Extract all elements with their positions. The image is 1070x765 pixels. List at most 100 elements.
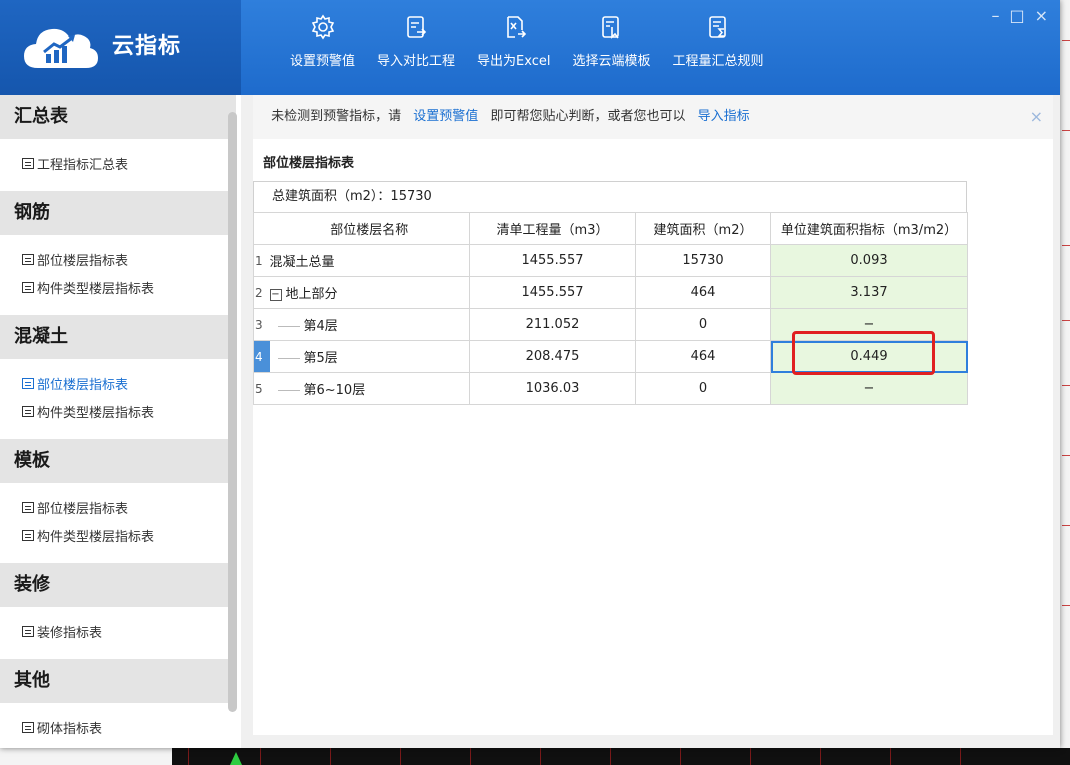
row-index: 5 <box>253 372 270 405</box>
import-index-link[interactable]: 导入指标 <box>698 109 750 124</box>
section-title: 部位楼层指标表 <box>263 156 355 171</box>
table-icon <box>22 529 34 541</box>
notice-close-icon[interactable]: × <box>1030 95 1043 139</box>
nav-rebar-floor[interactable]: 部位楼层指标表 <box>22 245 222 273</box>
header-index <box>253 212 270 245</box>
table-row-selected[interactable]: 4 第5层 208.475 464 0.449 <box>253 340 968 373</box>
table-row[interactable]: 3 第4层 211.052 0 − <box>253 308 968 341</box>
header-qty[interactable]: 清单工程量（m3） <box>469 212 636 245</box>
sum-rule-icon <box>709 16 726 38</box>
table-row[interactable]: 5 第6~10层 1036.03 0 − <box>253 372 968 405</box>
row-metric[interactable]: 3.137 <box>770 276 968 309</box>
header-bar: 云指标 设置预警值 导入对比工程 导出为Excel 选择云端模板 工程量汇总规则… <box>0 0 1060 95</box>
row-name[interactable]: 混凝土总量 <box>269 244 470 277</box>
excel-export-icon <box>506 16 526 38</box>
table-icon <box>22 625 34 637</box>
main-panel: 未检测到预警指标，请 设置预警值 即可帮您贴心判断，或者您也可以 导入指标 × … <box>253 95 1053 735</box>
select-template-label: 选择云端模板 <box>572 54 651 69</box>
table-row[interactable]: 1 混凝土总量 1455.557 15730 0.093 <box>253 244 968 277</box>
row-name[interactable]: − 地上部分 <box>269 276 470 309</box>
row-index: 2 <box>253 276 270 309</box>
nav-concrete-component[interactable]: 构件类型楼层指标表 <box>22 397 222 425</box>
group-summary[interactable]: 汇总表 <box>0 95 236 139</box>
green-marker-icon <box>230 752 242 765</box>
sidebar: 汇总表 工程指标汇总表 钢筋 部位楼层指标表 构件类型楼层指标表 混凝土 部位楼… <box>0 95 241 748</box>
sum-rule-button[interactable]: 工程量汇总规则 <box>672 14 764 84</box>
template-select-icon <box>602 16 620 39</box>
import-compare-button[interactable]: 导入对比工程 <box>377 14 455 84</box>
table-icon <box>22 377 34 389</box>
table-icon <box>22 281 34 293</box>
background-app-edge <box>1060 0 1070 765</box>
row-area[interactable]: 15730 <box>635 244 771 277</box>
row-qty[interactable]: 1455.557 <box>469 276 636 309</box>
export-excel-label: 导出为Excel <box>477 54 551 69</box>
table-header-row: 部位楼层名称 清单工程量（m3） 建筑面积（m2） 单位建筑面积指标（m3/m2… <box>253 212 968 245</box>
nav-project-summary[interactable]: 工程指标汇总表 <box>22 149 222 177</box>
table-icon <box>22 721 34 733</box>
import-document-icon <box>407 16 427 38</box>
set-warning-label: 设置预警值 <box>290 54 356 69</box>
window-controls: – □ × <box>981 6 1048 25</box>
group-decoration[interactable]: 装修 <box>0 563 236 607</box>
header-name[interactable]: 部位楼层名称 <box>269 212 470 245</box>
nav-formwork-floor[interactable]: 部位楼层指标表 <box>22 493 222 521</box>
cloud-chart-logo-icon <box>24 28 98 68</box>
group-concrete[interactable]: 混凝土 <box>0 315 236 359</box>
nav-concrete-floor[interactable]: 部位楼层指标表 <box>22 369 222 397</box>
nav-rebar-component[interactable]: 构件类型楼层指标表 <box>22 273 222 301</box>
table-row[interactable]: 2 − 地上部分 1455.557 464 3.137 <box>253 276 968 309</box>
row-index: 4 <box>253 340 270 373</box>
table-icon <box>22 157 34 169</box>
sum-rule-label: 工程量汇总规则 <box>672 54 764 69</box>
notice-text-2: 即可帮您贴心判断，或者您也可以 <box>490 109 686 124</box>
nav-decoration[interactable]: 装修指标表 <box>22 617 222 645</box>
set-warning-button[interactable]: 设置预警值 <box>290 14 355 84</box>
app-title: 云指标 <box>112 34 182 59</box>
notice-text-1: 未检测到预警指标，请 <box>271 109 402 124</box>
notice-bar: 未检测到预警指标，请 设置预警值 即可帮您贴心判断，或者您也可以 导入指标 × <box>253 95 1053 139</box>
collapse-toggle-icon[interactable]: − <box>269 288 282 301</box>
set-warning-link[interactable]: 设置预警值 <box>413 109 478 124</box>
row-area[interactable]: 464 <box>635 276 771 309</box>
group-formwork[interactable]: 模板 <box>0 439 236 483</box>
close-icon[interactable]: × <box>1035 6 1048 25</box>
row-qty[interactable]: 211.052 <box>469 308 636 341</box>
settings-gear-icon <box>311 14 334 40</box>
select-template-button[interactable]: 选择云端模板 <box>572 14 650 84</box>
header-metric[interactable]: 单位建筑面积指标（m3/m2） <box>770 212 968 245</box>
row-name[interactable]: 第6~10层 <box>269 372 470 405</box>
row-index: 1 <box>253 244 270 277</box>
row-name[interactable]: 第4层 <box>269 308 470 341</box>
row-name[interactable]: 第5层 <box>269 340 470 373</box>
row-index: 3 <box>253 308 270 341</box>
table-icon <box>22 501 34 513</box>
nav-formwork-component[interactable]: 构件类型楼层指标表 <box>22 521 222 549</box>
row-area[interactable]: 0 <box>635 372 771 405</box>
row-qty[interactable]: 1455.557 <box>469 244 636 277</box>
table-icon <box>22 253 34 265</box>
row-qty[interactable]: 208.475 <box>469 340 636 373</box>
minimize-icon[interactable]: – <box>991 6 999 25</box>
row-metric[interactable]: − <box>770 308 968 341</box>
background-app-strip <box>0 748 1070 765</box>
table-icon <box>22 405 34 417</box>
header-area[interactable]: 建筑面积（m2） <box>635 212 771 245</box>
group-rebar[interactable]: 钢筋 <box>0 191 236 235</box>
maximize-icon[interactable]: □ <box>1009 6 1024 25</box>
group-other[interactable]: 其他 <box>0 659 236 703</box>
export-excel-button[interactable]: 导出为Excel <box>477 14 550 84</box>
row-area[interactable]: 464 <box>635 340 771 373</box>
brand: 云指标 <box>0 0 241 95</box>
app-window: 云指标 设置预警值 导入对比工程 导出为Excel 选择云端模板 工程量汇总规则… <box>0 0 1060 748</box>
row-metric[interactable]: 0.093 <box>770 244 968 277</box>
row-area[interactable]: 0 <box>635 308 771 341</box>
floor-index-table: 总建筑面积（m2）：15730 部位楼层名称 清单工程量（m3） 建筑面积（m2… <box>253 181 968 405</box>
total-area-summary: 总建筑面积（m2）：15730 <box>253 181 967 212</box>
nav-masonry[interactable]: 砌体指标表 <box>22 713 222 741</box>
row-metric[interactable]: − <box>770 372 968 405</box>
selected-metric-cell[interactable]: 0.449 <box>770 340 968 373</box>
toolbar: 设置预警值 导入对比工程 导出为Excel 选择云端模板 工程量汇总规则 <box>290 14 786 84</box>
row-qty[interactable]: 1036.03 <box>469 372 636 405</box>
sidebar-scrollbar[interactable] <box>228 112 237 712</box>
